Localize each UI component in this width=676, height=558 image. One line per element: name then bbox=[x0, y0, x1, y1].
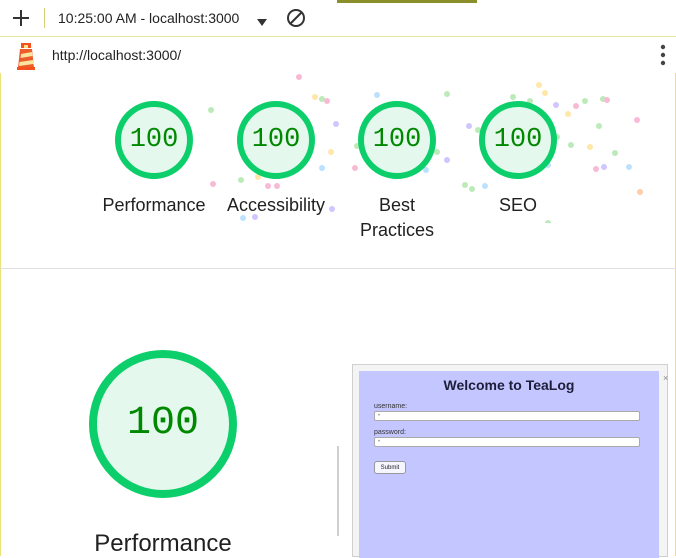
gauge-label-accessibility[interactable]: Accessibility bbox=[206, 193, 346, 218]
gauge-accessibility[interactable]: 100 bbox=[236, 100, 316, 180]
user-icon: • bbox=[378, 413, 381, 419]
gauge-score: 100 bbox=[372, 125, 422, 155]
preview-username-label: username: bbox=[374, 403, 408, 410]
performance-score: 100 bbox=[126, 401, 199, 446]
toolbar-separator bbox=[44, 8, 45, 28]
gauge-best-practices[interactable]: 100 bbox=[357, 100, 437, 180]
top-toolbar: 10:25:00 AM - localhost:3000 bbox=[0, 0, 676, 37]
screenshot-content: × Welcome to TeaLog username: • password… bbox=[359, 371, 668, 558]
preview-username-field: • bbox=[374, 411, 640, 421]
gauge-seo[interactable]: 100 bbox=[478, 100, 558, 180]
gauge-label-performance[interactable]: Performance bbox=[84, 193, 224, 218]
gauge-score: 100 bbox=[493, 125, 543, 155]
block-icon[interactable] bbox=[286, 8, 306, 28]
plus-icon[interactable] bbox=[10, 7, 32, 29]
page-screenshot-preview[interactable]: × Welcome to TeaLog username: • password… bbox=[352, 364, 668, 558]
close-icon: × bbox=[663, 373, 669, 383]
preview-password-field: • bbox=[374, 437, 640, 447]
preview-title: Welcome to TeaLog bbox=[443, 377, 575, 393]
gauge-score: 100 bbox=[251, 125, 301, 155]
key-icon: • bbox=[378, 439, 381, 445]
preview-submit-button: Submit bbox=[374, 461, 406, 474]
report-selector[interactable]: 10:25:00 AM - localhost:3000 bbox=[58, 10, 239, 26]
url-text[interactable]: http://localhost:3000/ bbox=[52, 47, 181, 63]
gauge-label-best-practices[interactable]: Best Practices bbox=[357, 193, 437, 243]
gauge-score: 100 bbox=[129, 125, 179, 155]
toolbar-accent-bar bbox=[337, 0, 477, 3]
performance-heading: Performance bbox=[94, 530, 232, 557]
performance-gauge-large: 100 bbox=[88, 349, 238, 499]
preview-password-label: password: bbox=[374, 429, 406, 436]
gauge-label-seo[interactable]: SEO bbox=[448, 193, 588, 218]
chevron-down-icon[interactable] bbox=[257, 14, 267, 26]
gauge-performance[interactable]: 100 bbox=[114, 100, 194, 180]
vertical-separator bbox=[337, 446, 339, 536]
more-vert-icon[interactable] bbox=[656, 43, 670, 67]
section-divider bbox=[0, 268, 676, 269]
lighthouse-icon bbox=[15, 42, 37, 70]
